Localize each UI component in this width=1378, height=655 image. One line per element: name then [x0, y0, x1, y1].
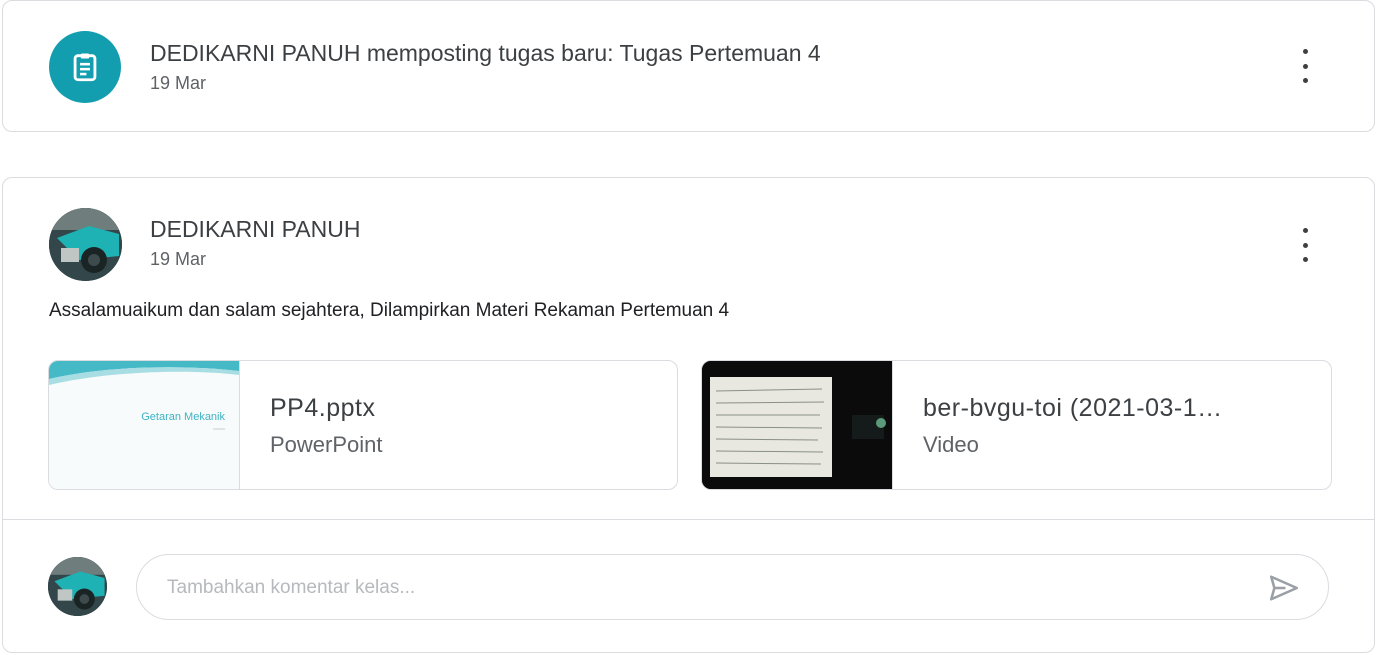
post-body-text: Assalamuaikum dan salam sejahtera, Dilam…: [49, 300, 730, 321]
attachment-name: PP4.pptx: [270, 394, 376, 422]
attachment-pptx[interactable]: Getaran Mekanik PP4.pptx PowerPoint: [48, 360, 678, 490]
author-avatar[interactable]: [49, 208, 122, 281]
assignment-post-title[interactable]: DEDIKARNI PANUH memposting tugas baru: T…: [150, 40, 821, 67]
material-post-card: DEDIKARNI PANUH 19 Mar Assalamuaikum dan…: [2, 177, 1375, 653]
current-user-avatar: [48, 557, 107, 616]
kebab-dot: [1302, 63, 1308, 69]
attachment-type: PowerPoint: [270, 432, 383, 457]
attachment-name: ber-bvgu-toi (2021-03-1…: [923, 394, 1223, 422]
assignment-more-options-button[interactable]: [1294, 49, 1316, 83]
assignment-icon: [49, 31, 121, 103]
kebab-dot: [1302, 78, 1308, 83]
class-comment-input[interactable]: [165, 555, 1249, 621]
assignment-post-card[interactable]: DEDIKARNI PANUH memposting tugas baru: T…: [2, 0, 1375, 132]
attachment-video[interactable]: ber-bvgu-toi (2021-03-1… Video: [701, 360, 1332, 490]
kebab-dot: [1302, 49, 1308, 54]
pptx-thumbnail: Getaran Mekanik: [49, 361, 240, 489]
pptx-thumbnail-title: Getaran Mekanik: [141, 411, 225, 423]
post-date: 19 Mar: [150, 249, 207, 269]
kebab-dot: [1302, 257, 1308, 262]
comment-divider: [3, 519, 1374, 520]
kebab-dot: [1302, 242, 1308, 248]
attachment-type: Video: [923, 432, 979, 457]
post-more-options-button[interactable]: [1294, 228, 1316, 262]
post-author-name: DEDIKARNI PANUH: [150, 216, 361, 242]
kebab-dot: [1302, 228, 1308, 233]
class-comment-box[interactable]: [136, 554, 1329, 621]
video-thumbnail: [702, 361, 893, 489]
send-icon[interactable]: [1266, 570, 1302, 606]
assignment-post-date: 19 Mar: [150, 73, 207, 93]
